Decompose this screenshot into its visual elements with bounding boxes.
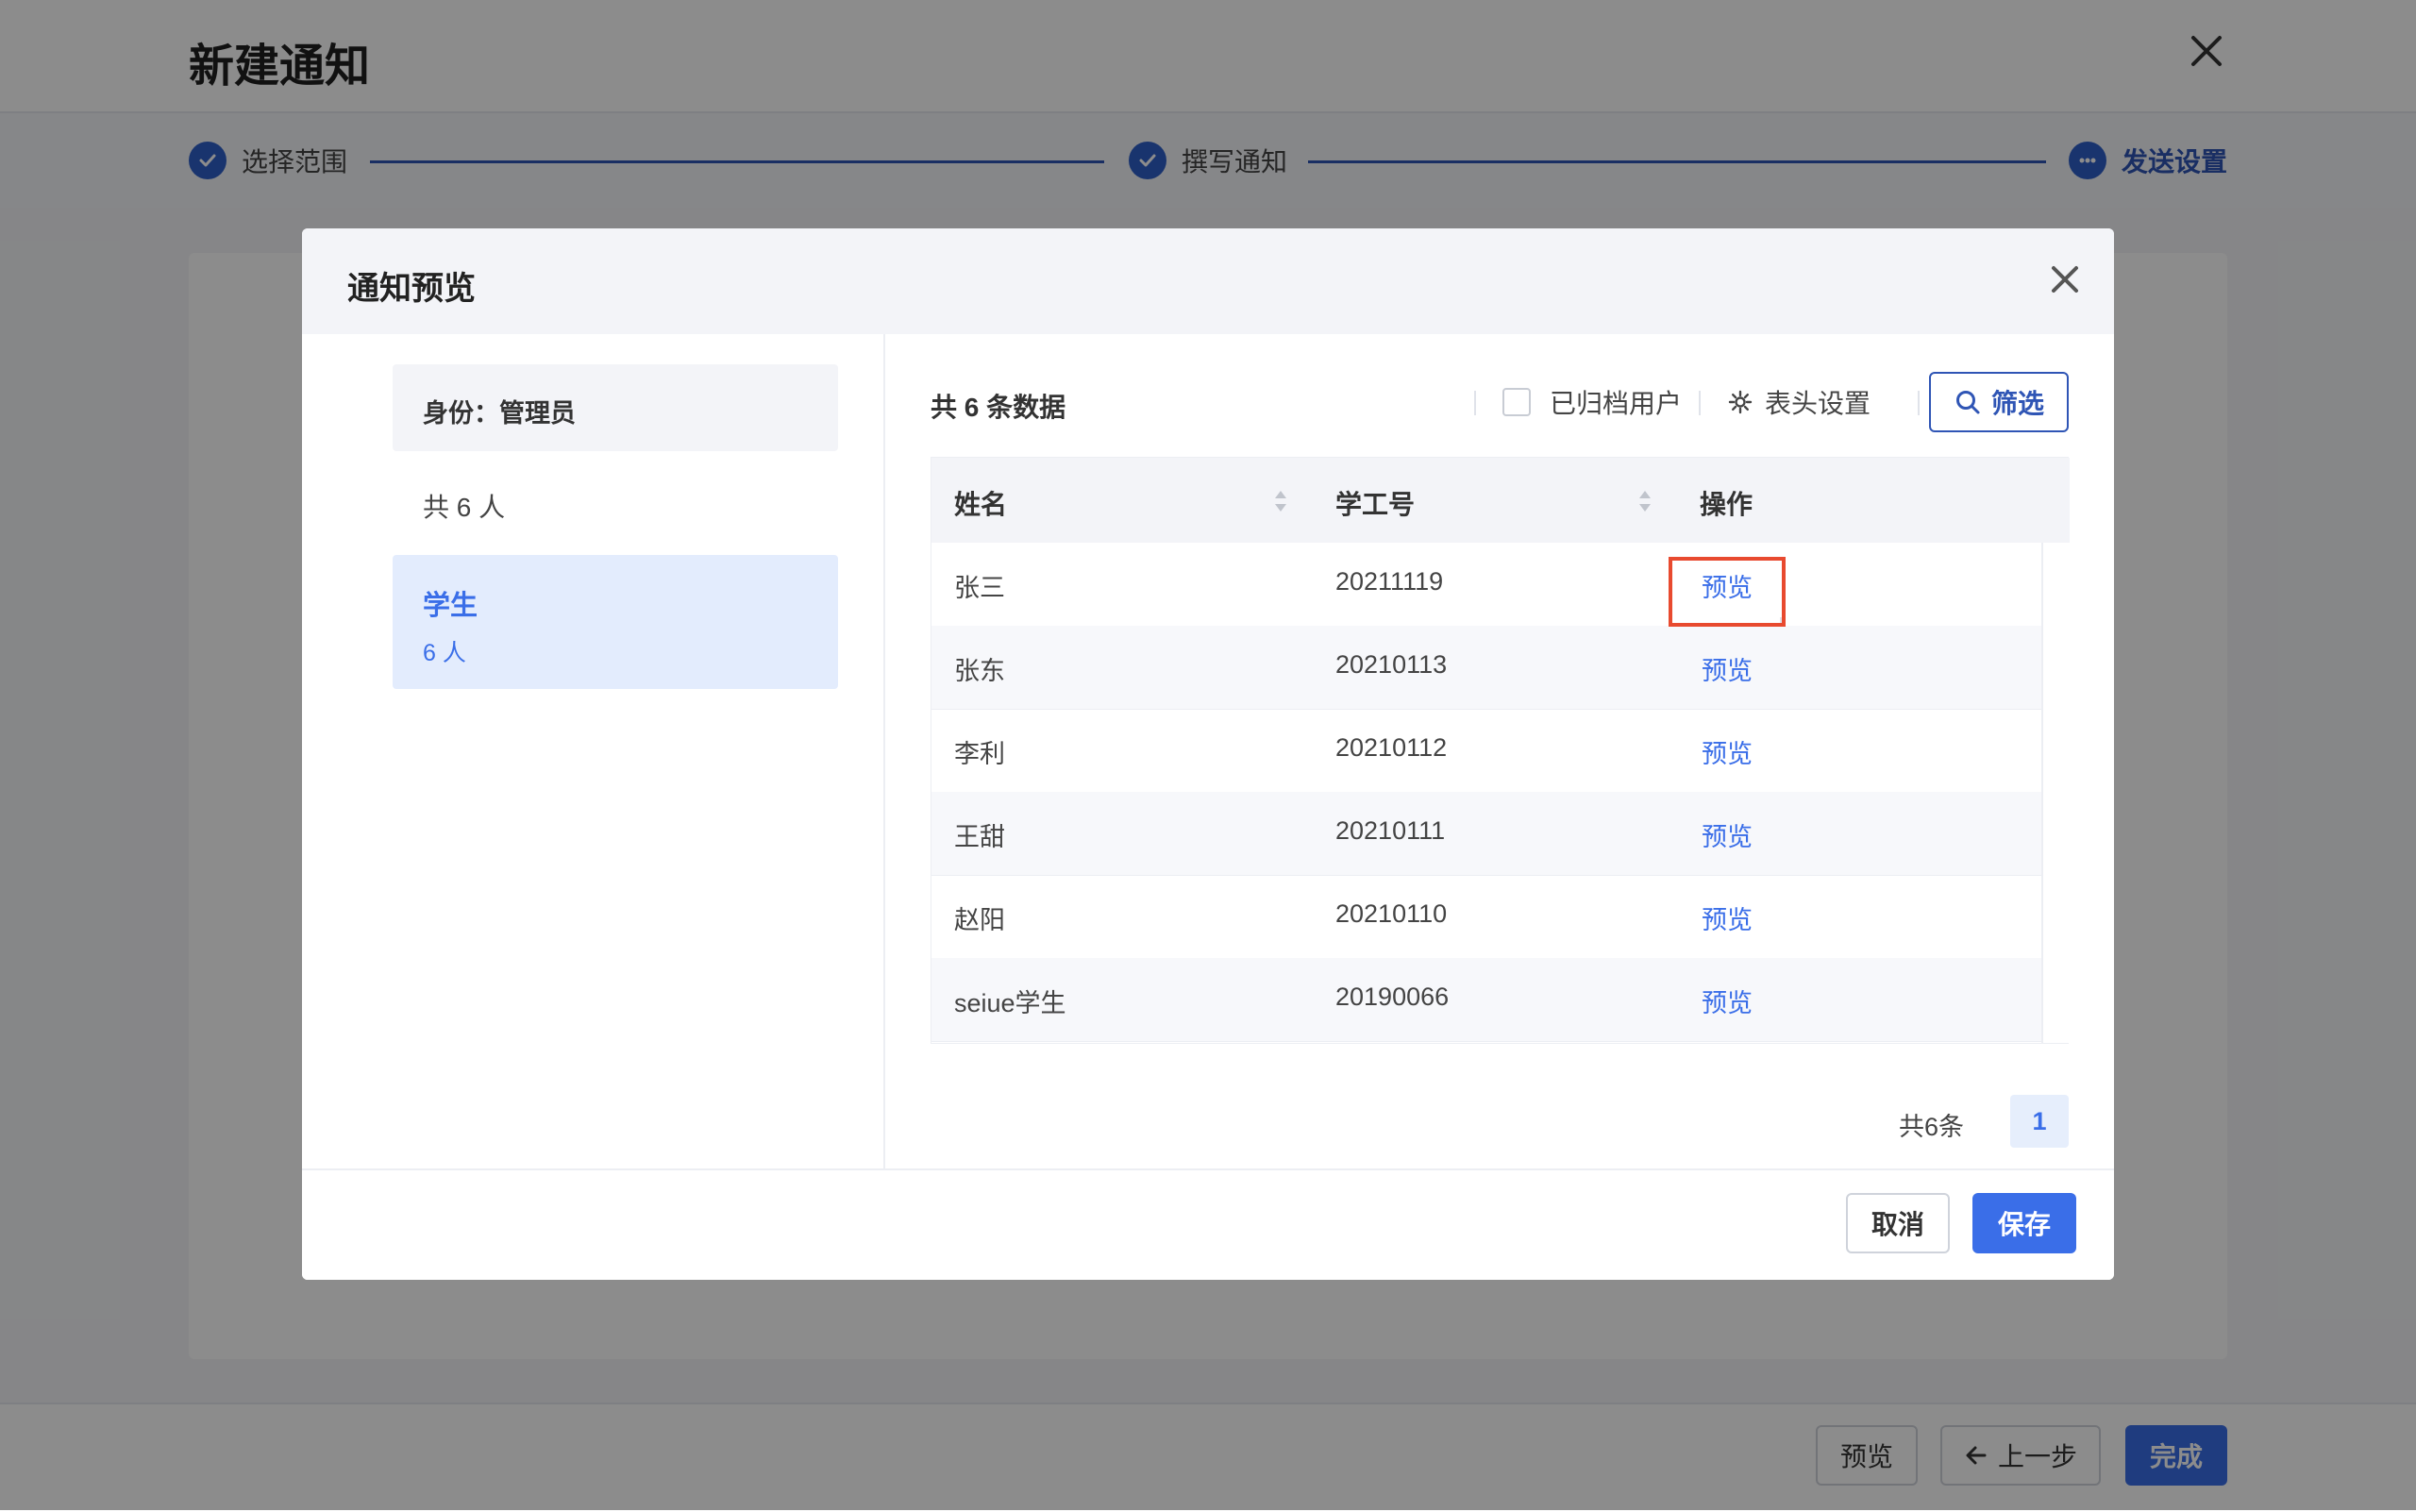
modal-body: 身份：管理员 共 6 人 学生 6 人 共 6 条数据 已归档用户 表头设置 筛…	[302, 334, 2114, 1168]
archived-label: 已归档用户	[1550, 389, 1683, 418]
highlight-box	[1669, 557, 1786, 627]
cell-id: 20210110	[1335, 899, 1448, 928]
table-scrollbar[interactable]	[2041, 543, 2070, 1043]
cell-name: 王甜	[954, 823, 1005, 851]
recipients-table: 姓名 学工号 操作 张三 20211119 预览 张东 20210113 预览 …	[931, 457, 2070, 1045]
header-settings-button[interactable]: 表头设置	[1727, 383, 1871, 421]
table-row: seiue学生 20190066 预览	[931, 958, 2041, 1042]
group-count: 6 人	[423, 640, 466, 666]
group-sidebar: 身份：管理员 共 6 人 学生 6 人	[302, 334, 885, 1168]
divider	[1918, 391, 1920, 415]
divider	[1474, 391, 1476, 415]
modal-header: 通知预览	[302, 228, 2114, 334]
column-header-action: 操作	[1700, 490, 1753, 519]
role-label: 身份：管理员	[423, 399, 576, 428]
pagination-page-1[interactable]: 1	[2010, 1095, 2069, 1148]
total-people: 共 6 人	[423, 493, 506, 522]
preview-link[interactable]: 预览	[1702, 816, 1753, 853]
cell-name: 赵阳	[954, 906, 1005, 934]
cell-name: 张三	[954, 574, 1005, 602]
archived-users-toggle[interactable]: 已归档用户	[1502, 383, 1682, 421]
preview-link[interactable]: 预览	[1702, 733, 1753, 770]
sort-icon[interactable]	[1637, 488, 1653, 514]
table-row: 张三 20211119 预览	[931, 543, 2041, 627]
search-icon	[1955, 391, 1980, 414]
cell-name: 张东	[954, 657, 1005, 685]
filter-label: 筛选	[1990, 389, 2044, 418]
table-row: 张东 20210113 预览	[931, 626, 2041, 710]
group-name: 学生	[423, 591, 478, 621]
divider	[1699, 391, 1701, 415]
save-button[interactable]: 保存	[1972, 1193, 2076, 1253]
table-row: 赵阳 20210110 预览	[931, 875, 2041, 959]
table-header: 姓名 学工号 操作	[931, 458, 2070, 543]
archived-checkbox[interactable]	[1502, 388, 1531, 416]
modal-title: 通知预览	[347, 271, 476, 307]
gear-icon	[1728, 390, 1753, 414]
cell-id: 20210112	[1335, 733, 1448, 762]
table-row: 王甜 20210111 预览	[931, 792, 2041, 876]
cancel-button[interactable]: 取消	[1846, 1193, 1950, 1253]
cell-name: 李利	[954, 740, 1005, 768]
close-icon[interactable]	[2044, 259, 2086, 300]
cell-id: 20210111	[1335, 816, 1446, 845]
notice-preview-modal: 通知预览 身份：管理员 共 6 人 学生 6 人 共 6 条数据 已归档用户 表…	[302, 228, 2114, 1280]
preview-link[interactable]: 预览	[1702, 983, 1753, 1019]
role-card: 身份：管理员	[393, 364, 838, 451]
cell-id: 20211119	[1335, 567, 1444, 596]
table-row: 李利 20210112 预览	[931, 709, 2041, 793]
pagination-total: 共6条	[1899, 1113, 1965, 1141]
modal-footer: 取消 保存	[302, 1168, 2114, 1280]
group-item-students[interactable]: 学生 6 人	[393, 555, 838, 689]
data-count: 共 6 条数据	[931, 393, 1066, 422]
preview-link[interactable]: 预览	[1702, 899, 1753, 936]
preview-link[interactable]: 预览	[1702, 650, 1753, 687]
column-header-id[interactable]: 学工号	[1335, 484, 1415, 522]
sort-icon[interactable]	[1273, 488, 1288, 514]
header-settings-label: 表头设置	[1765, 389, 1871, 418]
table-body: 张三 20211119 预览 张东 20210113 预览 李利 2021011…	[931, 543, 2041, 1045]
column-header-name[interactable]: 姓名	[954, 484, 1007, 522]
cell-id: 20210113	[1335, 650, 1448, 679]
cell-id: 20190066	[1335, 983, 1450, 1011]
cell-name: seiue学生	[954, 989, 1066, 1017]
table-pane: 共 6 条数据 已归档用户 表头设置 筛选 姓名 学工号 操作 张三 20211…	[885, 334, 2114, 1168]
filter-button[interactable]: 筛选	[1929, 372, 2069, 432]
